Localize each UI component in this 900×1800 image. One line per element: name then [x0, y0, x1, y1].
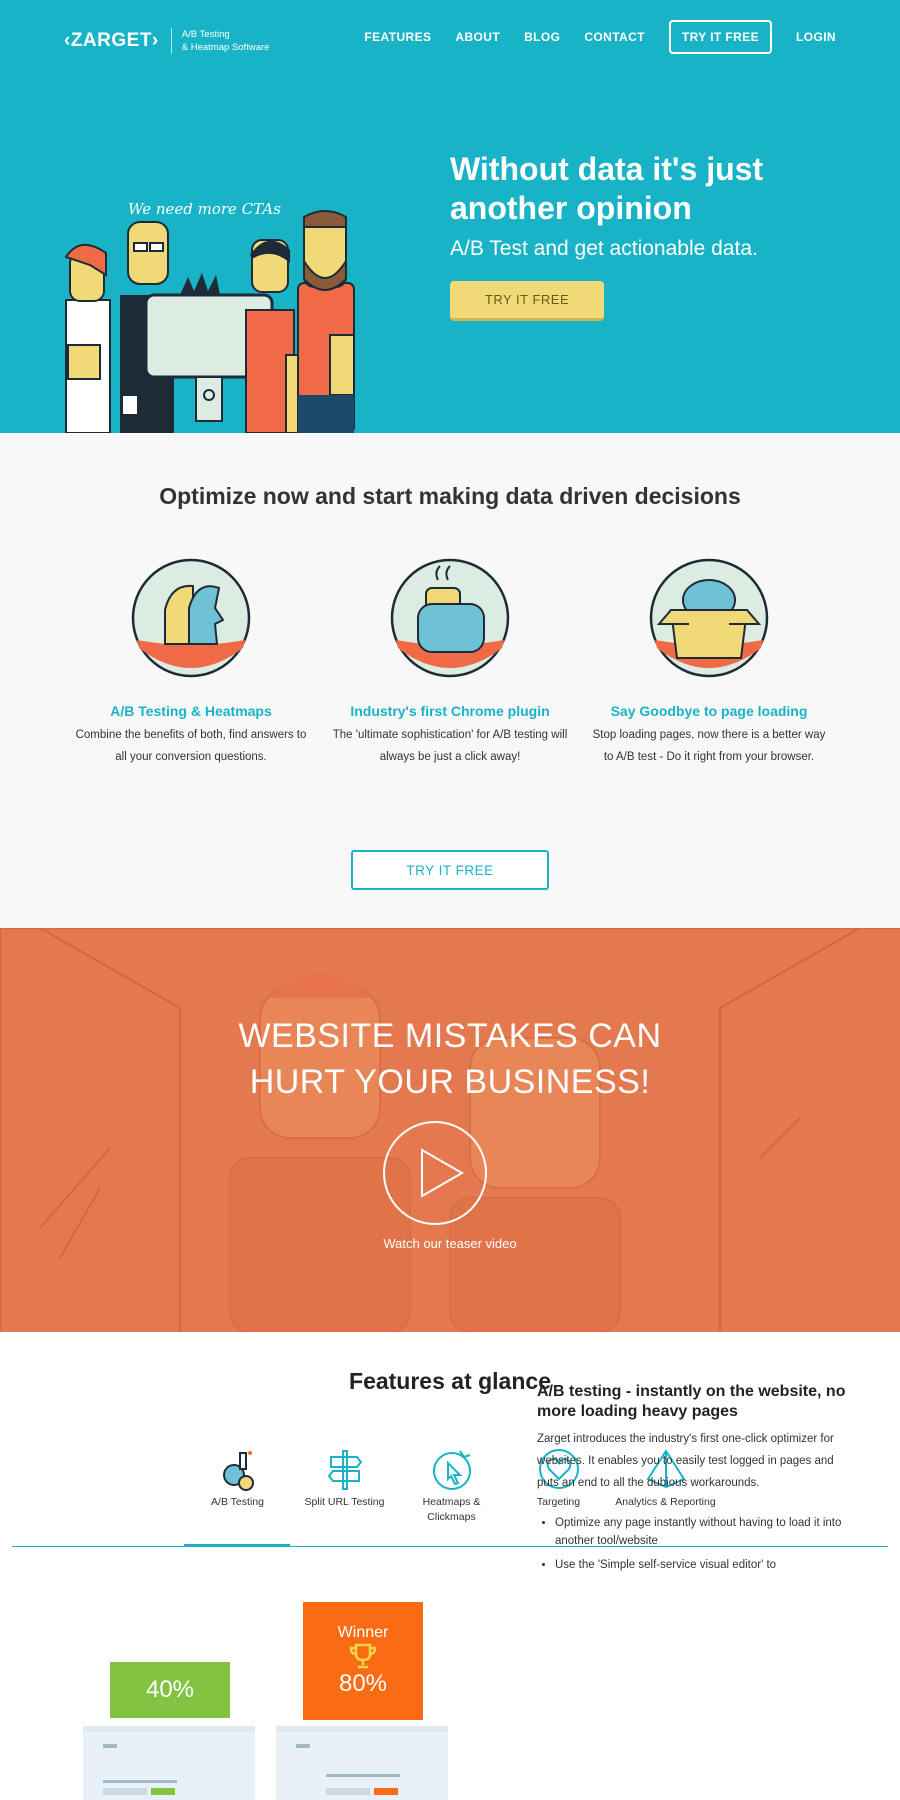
nav-try-free-button[interactable]: TRY IT FREE	[668, 20, 772, 54]
toaster-icon	[390, 558, 510, 678]
tagline-line-1: A/B Testing	[181, 29, 230, 40]
variant-a-screenshot	[83, 1726, 255, 1800]
feature-text: Combine the benefits of both, find answe…	[75, 729, 307, 763]
video-title-line-1: WEBSITE MISTAKES CAN	[238, 1017, 662, 1055]
logo-divider	[170, 28, 172, 54]
tab-label: Split URL Testing	[304, 1496, 385, 1508]
nav-contact[interactable]: CONTACT	[584, 30, 645, 44]
main-nav: FEATURES ABOUT BLOG CONTACT TRY IT FREE …	[340, 20, 836, 54]
feature-detail-paragraph: Zarget introduces the industry's first o…	[537, 1433, 834, 1489]
tab-label: A/B Testing	[211, 1496, 264, 1508]
winner-label: Winner	[337, 1624, 389, 1641]
hero-title: Without data it's just another opinion	[450, 151, 764, 226]
tab-ab-testing[interactable]: A/B Testing	[184, 1447, 291, 1527]
optimize-title: Optimize now and start making data drive…	[159, 483, 741, 509]
hero-try-free-button[interactable]: TRY IT FREE	[450, 281, 604, 321]
tab-label: Targeting	[536, 1496, 581, 1508]
list-item: Optimize any page instantly without havi…	[555, 1514, 855, 1550]
chess-knights-icon	[131, 558, 251, 678]
logo-tagline: A/B Testing & Heatmap Software	[182, 28, 270, 54]
optimize-section: Optimize now and start making data drive…	[0, 433, 900, 928]
video-title-line-2: HURT YOUR BUSINESS!	[249, 1063, 651, 1101]
play-icon[interactable]	[382, 1120, 488, 1226]
hero-section: ‹ZARGET› A/B Testing & Heatmap Software …	[0, 0, 900, 433]
box-creature-icon	[649, 558, 769, 678]
tab-heatmaps[interactable]: Heatmaps & Clickmaps	[398, 1447, 505, 1527]
feature-title: Industry's first Chrome plugin	[350, 703, 550, 719]
heatmap-cursor-icon	[432, 1450, 471, 1490]
logo[interactable]: ‹ZARGET› A/B Testing & Heatmap Software	[64, 28, 269, 54]
logo-wordmark: ‹ZARGET›	[64, 30, 159, 51]
video-section: WEBSITE MISTAKES CAN HURT YOUR BUSINESS!…	[0, 928, 900, 1332]
feature-no-page-loading: Say Goodbye to page loading Stop loading…	[589, 558, 829, 768]
variant-a-card: 40%	[110, 1662, 230, 1718]
feature-ab-testing: A/B Testing & Heatmaps Combine the benef…	[71, 558, 311, 768]
page-mockup	[296, 1744, 400, 1795]
variant-b-screenshot	[276, 1726, 448, 1800]
variant-b-value: 80%	[338, 1670, 388, 1697]
tab-label: Heatmaps & Clickmaps	[422, 1496, 481, 1523]
nav-blog[interactable]: BLOG	[524, 30, 560, 44]
ab-testing-icon	[222, 1451, 254, 1491]
features-glance-section: Features at glance A/B Testing Split URL…	[0, 1332, 900, 1800]
feature-text: Stop loading pages, now there is a bette…	[592, 729, 826, 763]
trophy-icon	[349, 1643, 377, 1669]
feature-detail-heading: A/B testing - instantly on the website, …	[537, 1383, 846, 1420]
feature-chrome-plugin: Industry's first Chrome plugin The 'ulti…	[330, 558, 570, 768]
nav-about[interactable]: ABOUT	[455, 30, 500, 44]
signpost-icon	[327, 1450, 362, 1490]
variant-a-value: 40%	[145, 1676, 195, 1703]
optimize-try-free-button[interactable]: TRY IT FREE	[351, 850, 549, 890]
nav-features[interactable]: FEATURES	[364, 30, 431, 44]
feature-detail-list: Optimize any page instantly without havi…	[555, 1514, 855, 1580]
feature-text: The 'ultimate sophistication' for A/B te…	[332, 729, 568, 763]
video-title: WEBSITE MISTAKES CAN HURT YOUR BUSINESS!	[0, 1013, 900, 1105]
page-mockup	[103, 1744, 177, 1795]
feature-title: Say Goodbye to page loading	[610, 703, 808, 719]
list-item: Use the 'Simple self-service visual edit…	[555, 1556, 855, 1574]
tagline-line-2: & Heatmap Software	[181, 42, 270, 53]
feature-title: A/B Testing & Heatmaps	[110, 703, 272, 719]
hero-subtitle: A/B Test and get actionable data.	[450, 237, 758, 260]
active-tab-indicator	[184, 1544, 290, 1547]
tab-label: Analytics & Reporting	[615, 1496, 716, 1508]
video-caption[interactable]: Watch our teaser video	[0, 1236, 900, 1251]
nav-login[interactable]: LOGIN	[796, 30, 836, 44]
tab-split-url-testing[interactable]: Split URL Testing	[291, 1447, 398, 1527]
team-illustration	[64, 210, 355, 433]
winner-variant-card: Winner 80%	[303, 1602, 423, 1720]
